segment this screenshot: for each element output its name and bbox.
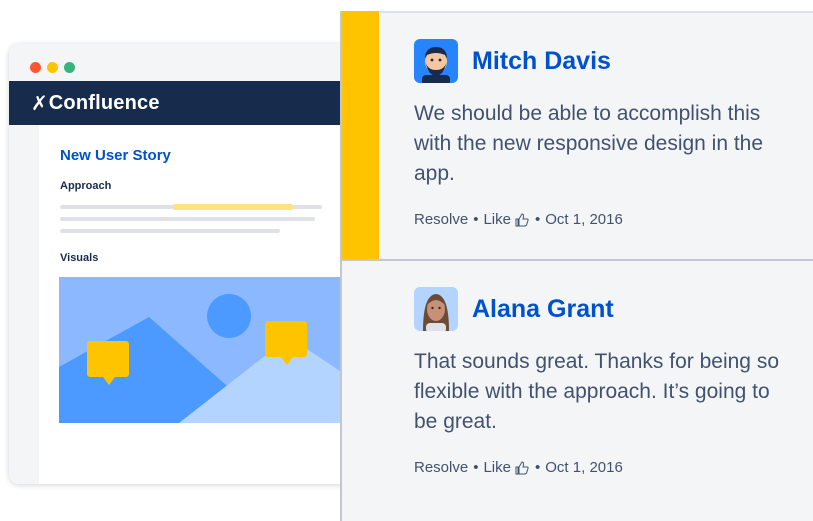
- comment-body: We should be able to accomplish this wit…: [414, 102, 764, 185]
- highlighted-text-placeholder[interactable]: [173, 204, 293, 210]
- separator: •: [473, 459, 479, 476]
- man-avatar-icon: [414, 39, 458, 83]
- app-header: ✗ Confluence: [9, 81, 389, 125]
- maximize-window-button[interactable]: [64, 62, 75, 73]
- visual-illustration: [59, 277, 349, 423]
- thumbs-up-icon[interactable]: [514, 460, 530, 476]
- section-heading-approach: Approach: [60, 180, 112, 192]
- app-name: Confluence: [48, 91, 160, 114]
- separator: •: [473, 211, 479, 228]
- panel-top-border: [342, 11, 813, 13]
- avatar-mitch-davis[interactable]: [414, 39, 458, 83]
- comment-date: Oct 1, 2016: [545, 459, 623, 476]
- confluence-window: ✗ Confluence New User Story Approach Vis…: [9, 44, 389, 484]
- comment-author[interactable]: Mitch Davis: [472, 47, 611, 76]
- page-title[interactable]: New User Story: [60, 147, 171, 164]
- avatar-alana-grant[interactable]: [414, 287, 458, 331]
- woman-avatar-icon: [414, 287, 458, 331]
- comment-author[interactable]: Alana Grant: [472, 295, 614, 324]
- comments-panel: Mitch Davis We should be able to accompl…: [340, 11, 813, 521]
- comment-item: Alana Grant That sounds great. Thanks fo…: [414, 287, 813, 476]
- section-heading-visuals: Visuals: [60, 252, 99, 264]
- separator: •: [535, 459, 541, 476]
- text-line-placeholder: [60, 229, 280, 233]
- minimize-window-button[interactable]: [47, 62, 58, 73]
- resolve-link[interactable]: Resolve: [414, 459, 468, 476]
- comment-actions: Resolve • Like • Oct 1, 2016: [414, 459, 813, 476]
- comment-divider: [342, 259, 813, 261]
- comment-actions: Resolve • Like • Oct 1, 2016: [414, 211, 813, 228]
- separator: •: [535, 211, 541, 228]
- close-window-button[interactable]: [30, 62, 41, 73]
- confluence-x-icon: ✗: [31, 91, 48, 115]
- like-link[interactable]: Like: [483, 459, 511, 476]
- comment-date: Oct 1, 2016: [545, 211, 623, 228]
- thumbs-up-icon[interactable]: [514, 212, 530, 228]
- page-content: New User Story Approach Visuals: [39, 125, 389, 484]
- comment-body: That sounds great. Thanks for being so f…: [414, 350, 779, 433]
- resolve-link[interactable]: Resolve: [414, 211, 468, 228]
- sidebar: [9, 125, 39, 484]
- window-title-bar: [9, 44, 389, 81]
- text-line-placeholder: [60, 217, 315, 221]
- comment-item: Mitch Davis We should be able to accompl…: [414, 39, 813, 228]
- active-comment-indicator: [342, 11, 379, 259]
- like-link[interactable]: Like: [483, 211, 511, 228]
